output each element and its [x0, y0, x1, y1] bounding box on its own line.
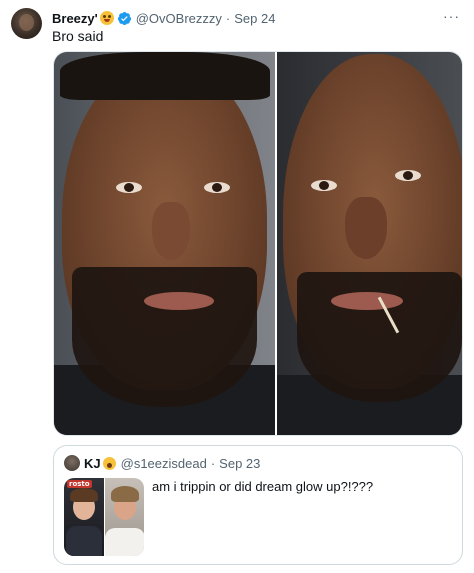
separator-dot: · — [210, 455, 216, 471]
quoted-author-avatar[interactable] — [64, 455, 80, 471]
worried-face-emoji-icon — [102, 456, 116, 470]
mouth — [144, 292, 214, 310]
author-name[interactable]: Breezy' — [52, 11, 98, 26]
quoted-photo-left: rosto — [64, 478, 104, 556]
quoted-post[interactable]: KJ @s1eezisdead · Sep 23 rosto am i trip… — [53, 445, 463, 565]
nose — [152, 202, 190, 260]
thumbnail-label: rosto — [67, 480, 92, 488]
nose — [345, 197, 387, 259]
heart-eyes-emoji-icon — [99, 11, 114, 25]
photo-left[interactable] — [54, 52, 275, 435]
eye-left — [311, 180, 337, 191]
beard — [72, 267, 257, 407]
shirt — [105, 528, 144, 556]
post-date[interactable]: Sep 24 — [234, 11, 275, 26]
eye-right — [395, 170, 421, 181]
beard — [297, 272, 462, 402]
verified-badge-icon — [117, 11, 132, 26]
eye-right — [204, 182, 230, 193]
hair — [70, 488, 98, 502]
separator-dot: · — [225, 10, 231, 26]
author-avatar[interactable] — [11, 8, 42, 39]
quoted-author-handle[interactable]: @s1eezisdead — [121, 456, 207, 471]
post-media[interactable] — [53, 51, 463, 436]
quoted-post-date[interactable]: Sep 23 — [219, 456, 260, 471]
mouth — [331, 292, 403, 310]
quoted-post-header: KJ @s1eezisdead · Sep 23 — [84, 454, 452, 472]
more-options-icon[interactable]: ··· — [443, 9, 460, 23]
author-handle[interactable]: @OvOBrezzzy — [136, 11, 222, 26]
quoted-post-media[interactable]: rosto — [64, 478, 144, 556]
quoted-post-text: am i trippin or did dream glow up?!??? — [152, 479, 374, 494]
hair — [60, 52, 270, 100]
photo-right[interactable] — [275, 52, 462, 435]
post-text: Bro said — [52, 28, 104, 44]
post-header: Breezy' @OvOBrezzzy · Sep 24 ··· — [52, 9, 460, 27]
shirt — [66, 526, 102, 556]
hair — [111, 486, 139, 502]
quoted-author-name[interactable]: KJ — [84, 456, 101, 471]
quoted-photo-right — [104, 478, 144, 556]
eye-left — [116, 182, 142, 193]
